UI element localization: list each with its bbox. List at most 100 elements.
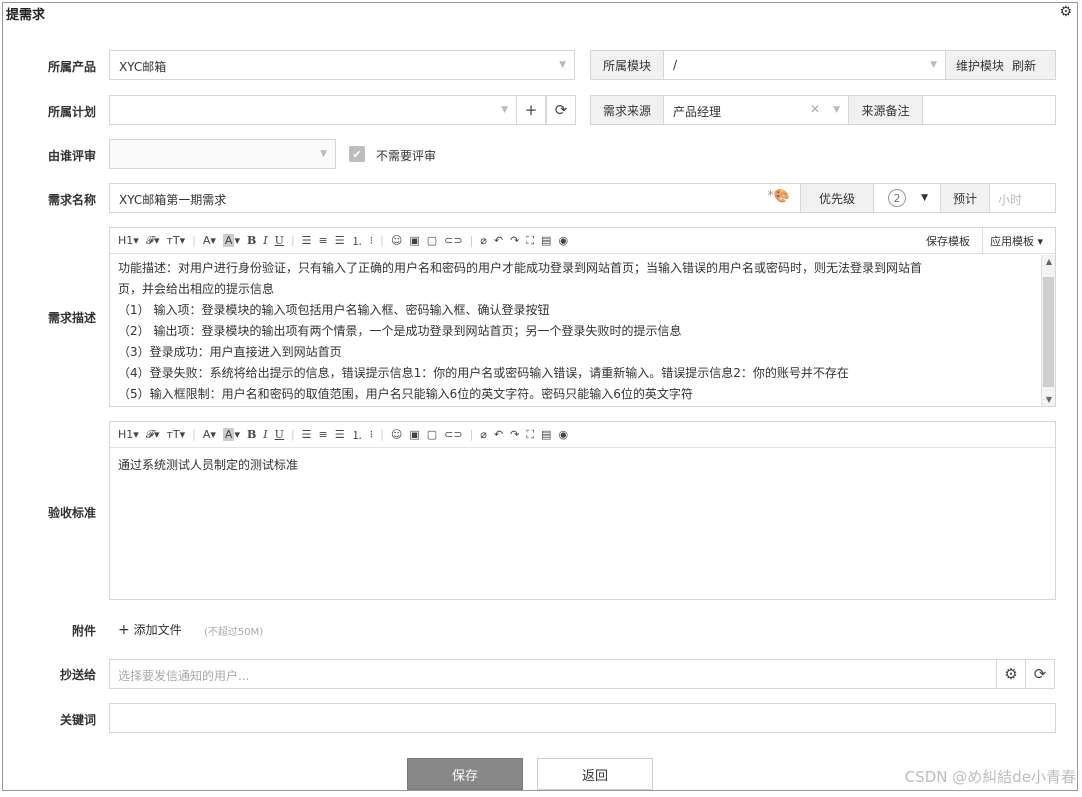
background-color-button[interactable]: A ▾ (222, 428, 240, 441)
font-family-button[interactable]: 𝓕▾ (146, 428, 160, 442)
source-icon[interactable]: ▤ (541, 234, 551, 247)
cc-input[interactable]: 选择要发信通知的用户... (109, 659, 997, 689)
refresh-icon[interactable]: ⟳ (1025, 659, 1055, 689)
align-left-icon[interactable]: ☰ (302, 428, 312, 441)
module-actions: 维护模块 刷新 (945, 50, 1056, 80)
description-line: （3）登录成功：用户直接进入到网站首页 (118, 345, 342, 359)
plus-icon: + (118, 622, 130, 638)
code-icon[interactable]: ▢ (427, 428, 437, 441)
attachment-label: 附件 (71, 624, 96, 638)
acceptance-content[interactable]: 通过系统测试人员制定的测试标准 (110, 448, 1055, 480)
redo-icon[interactable]: ↷ (510, 428, 519, 441)
module-label: 所属模块 (590, 50, 664, 80)
image-icon[interactable]: ▣ (409, 428, 419, 441)
source-value: 产品经理 (673, 105, 722, 119)
name-input[interactable]: XYC邮箱第一期需求 *🎨 (109, 183, 801, 213)
add-plan-button[interactable]: + (516, 95, 546, 125)
plan-label: 所属计划 (47, 105, 96, 119)
heading-button[interactable]: H1▾ (118, 234, 139, 247)
align-right-icon[interactable]: ☰ (335, 428, 345, 441)
chevron-down-icon: ▼ (501, 105, 508, 115)
back-button[interactable]: 返回 (537, 758, 653, 790)
source-note-input[interactable] (922, 95, 1056, 125)
scrollbar[interactable]: ▲ ▼ (1041, 255, 1055, 406)
add-file-button[interactable]: + 添加文件 (118, 621, 182, 638)
ordered-list-icon[interactable]: ⒈ (352, 233, 363, 249)
description-line: 页，并会给出相应的提示信息 (118, 282, 275, 296)
description-content[interactable]: 功能描述：对用户进行身份验证，只有输入了正确的用户名和密码的用户才能成功登录到网… (110, 254, 1055, 409)
undo-icon[interactable]: ↶ (494, 234, 503, 247)
save-template-button[interactable]: 保存模板 (926, 228, 970, 254)
clear-icon[interactable]: ✕ (810, 102, 820, 116)
align-left-icon[interactable]: ☰ (302, 234, 312, 247)
eraser-icon[interactable]: ⌀ (480, 428, 487, 441)
estimate-label: 预计 (940, 183, 990, 213)
align-center-icon[interactable]: ≡ (319, 428, 328, 441)
font-size-button[interactable]: ᴛT▾ (166, 234, 185, 247)
emoji-icon[interactable]: ☺ (391, 428, 402, 441)
gear-icon[interactable]: ⚙ (996, 659, 1026, 689)
editor-toolbar: H1▾ 𝓕▾ ᴛT▾ | A▾ A ▾ B I U | ☰ ≡ ☰ ⒈ ⁝ | ☺… (110, 228, 1055, 254)
refresh-link[interactable]: 刷新 (1012, 57, 1036, 74)
unordered-list-icon[interactable]: ⁝ (370, 234, 374, 247)
chevron-up-icon[interactable]: ▲ (1042, 257, 1056, 266)
redo-icon[interactable]: ↷ (510, 234, 519, 247)
apply-template-button[interactable]: 应用模板 ▾ (990, 228, 1043, 254)
maintain-module-link[interactable]: 维护模块 (956, 57, 1004, 74)
help-icon[interactable]: ◉ (558, 428, 568, 441)
emoji-icon[interactable]: ☺ (391, 234, 402, 247)
estimate-input[interactable]: 小时 (989, 183, 1056, 213)
unordered-list-icon[interactable]: ⁝ (370, 428, 374, 441)
heading-button[interactable]: H1▾ (118, 428, 139, 441)
source-icon[interactable]: ▤ (541, 428, 551, 441)
chevron-down-icon: ▼ (559, 60, 566, 70)
font-color-button[interactable]: A▾ (203, 428, 216, 441)
align-center-icon[interactable]: ≡ (319, 234, 328, 247)
image-icon[interactable]: ▣ (409, 234, 419, 247)
module-select[interactable]: / ▼ (663, 50, 946, 80)
background-color-button[interactable]: A ▾ (222, 234, 240, 247)
italic-button[interactable]: I (263, 234, 267, 247)
ordered-list-icon[interactable]: ⒈ (352, 427, 363, 443)
underline-button[interactable]: U (275, 428, 284, 441)
gear-icon[interactable]: ⚙ (1059, 4, 1072, 20)
product-label: 所属产品 (47, 60, 96, 74)
save-button[interactable]: 保存 (407, 758, 523, 790)
module-value: / (673, 58, 678, 72)
undo-icon[interactable]: ↶ (494, 428, 503, 441)
code-icon[interactable]: ▢ (427, 234, 437, 247)
plan-select[interactable]: ▼ (109, 95, 517, 125)
font-color-button[interactable]: A▾ (203, 234, 216, 247)
font-size-button[interactable]: ᴛT▾ (166, 428, 185, 441)
fullscreen-icon[interactable]: ⛶ (526, 234, 534, 248)
no-review-checkbox[interactable]: ✔ (349, 146, 365, 162)
chevron-down-icon: ▼ (833, 105, 840, 115)
eraser-icon[interactable]: ⌀ (480, 234, 487, 247)
product-select[interactable]: XYC邮箱 ▼ (109, 50, 575, 80)
underline-button[interactable]: U (275, 234, 284, 247)
help-icon[interactable]: ◉ (558, 234, 568, 247)
description-line: （1） 输入项：登录模块的输入项包括用户名输入框、密码输入框、确认登录按钮 (118, 303, 550, 317)
palette-icon[interactable]: *🎨 (767, 189, 790, 204)
link-icon[interactable]: ⊂⊃ (444, 234, 462, 247)
bold-button[interactable]: B (247, 428, 256, 441)
reviewer-select[interactable]: ▼ (109, 139, 336, 169)
priority-select[interactable]: 2 ▼ (873, 183, 941, 213)
align-right-icon[interactable]: ☰ (335, 234, 345, 247)
file-size-limit: (不超过50M) (204, 627, 264, 638)
source-select[interactable]: 产品经理 ✕ ▼ (663, 95, 849, 125)
font-family-button[interactable]: 𝓕▾ (146, 234, 160, 248)
product-value: XYC邮箱 (119, 60, 167, 74)
description-editor[interactable]: H1▾ 𝓕▾ ᴛT▾ | A▾ A ▾ B I U | ☰ ≡ ☰ ⒈ ⁝ | ☺… (109, 227, 1056, 407)
name-label: 需求名称 (47, 193, 96, 207)
acceptance-editor[interactable]: H1▾ 𝓕▾ ᴛT▾ | A▾ A ▾ B I U | ☰ ≡ ☰ ⒈ ⁝ | ☺… (109, 421, 1056, 600)
link-icon[interactable]: ⊂⊃ (444, 428, 462, 441)
bold-button[interactable]: B (247, 234, 256, 247)
refresh-icon[interactable]: ⟳ (546, 95, 576, 125)
keywords-input[interactable] (109, 703, 1056, 733)
fullscreen-icon[interactable]: ⛶ (526, 428, 534, 442)
source-note-label: 来源备注 (848, 95, 923, 125)
scrollbar-thumb[interactable] (1043, 277, 1054, 387)
italic-button[interactable]: I (263, 428, 267, 441)
chevron-down-icon[interactable]: ▼ (1042, 395, 1056, 404)
